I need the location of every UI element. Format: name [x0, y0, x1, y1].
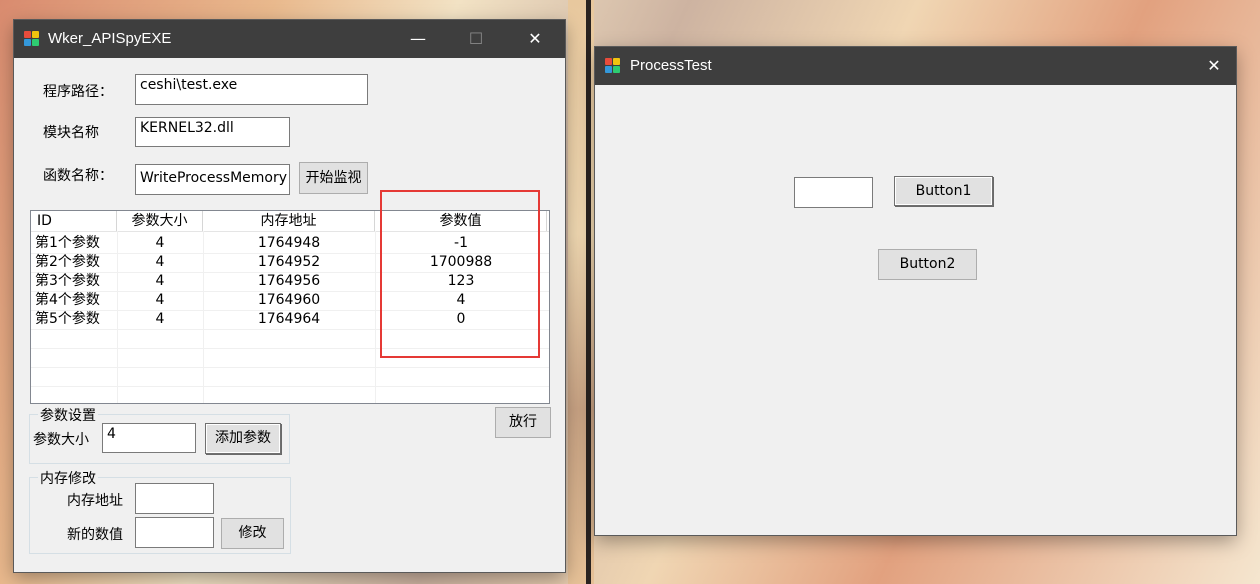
memory-modify-legend: 内存修改	[38, 468, 98, 488]
cell-id: 第1个参数	[35, 235, 100, 251]
cell-address: 1764960	[257, 292, 321, 308]
button2[interactable]: Button2	[878, 249, 977, 280]
cell-id: 第4个参数	[35, 292, 100, 308]
cell-address: 1764956	[257, 273, 321, 289]
cell-size: 4	[155, 292, 165, 308]
module-label: 模块名称	[43, 125, 99, 141]
text-input[interactable]	[794, 177, 873, 208]
cell-size: 4	[155, 273, 165, 289]
program-path-input[interactable]: ceshi\test.exe	[135, 74, 368, 105]
new-value-label: 新的数值	[67, 527, 123, 543]
window-title: ProcessTest	[630, 57, 712, 74]
column-header-size[interactable]: 参数大小	[117, 211, 203, 231]
memory-address-label: 内存地址	[67, 493, 123, 509]
param-size-input[interactable]: 4	[102, 423, 196, 453]
cell-id: 第3个参数	[35, 273, 100, 289]
button1[interactable]: Button1	[894, 176, 993, 206]
cell-size: 4	[155, 311, 165, 327]
function-input[interactable]: WriteProcessMemory	[135, 164, 290, 195]
cell-address: 1764948	[257, 235, 321, 251]
param-size-label: 参数大小	[33, 432, 89, 448]
param-settings-legend: 参数设置	[38, 405, 98, 425]
value-column-highlight	[380, 190, 540, 358]
desktop-background-divider	[586, 0, 591, 584]
maximize-button[interactable]: ☐	[453, 20, 499, 58]
modify-button[interactable]: 修改	[221, 518, 284, 549]
module-input[interactable]: KERNEL32.dll	[135, 117, 290, 147]
close-button[interactable]: ✕	[512, 20, 558, 58]
release-button[interactable]: 放行	[495, 407, 551, 438]
apispy-titlebar[interactable]: Wker_APISpyEXE — ☐ ✕	[14, 20, 565, 58]
new-value-input[interactable]	[135, 517, 214, 548]
table-row-empty	[31, 367, 549, 387]
cell-address: 1764952	[257, 254, 321, 270]
minimize-button[interactable]: —	[395, 20, 441, 58]
memory-address-input[interactable]	[135, 483, 214, 514]
column-header-id[interactable]: ID	[31, 211, 117, 231]
cell-id: 第2个参数	[35, 254, 100, 270]
cell-size: 4	[155, 235, 165, 251]
add-param-button[interactable]: 添加参数	[205, 423, 281, 454]
cell-size: 4	[155, 254, 165, 270]
cell-address: 1764964	[257, 311, 321, 327]
cell-id: 第5个参数	[35, 311, 100, 327]
function-label: 函数名称：	[43, 168, 113, 184]
program-path-label: 程序路径：	[43, 84, 113, 100]
processtest-titlebar[interactable]: ProcessTest ✕	[595, 47, 1236, 85]
close-button[interactable]: ✕	[1191, 47, 1237, 85]
column-header-address[interactable]: 内存地址	[203, 211, 375, 231]
window-title: Wker_APISpyEXE	[48, 30, 172, 47]
processtest-window: ProcessTest ✕ Button1 Button2	[595, 47, 1236, 535]
app-icon	[24, 31, 40, 47]
app-icon	[605, 58, 621, 74]
start-monitor-button[interactable]: 开始监视	[299, 162, 368, 194]
